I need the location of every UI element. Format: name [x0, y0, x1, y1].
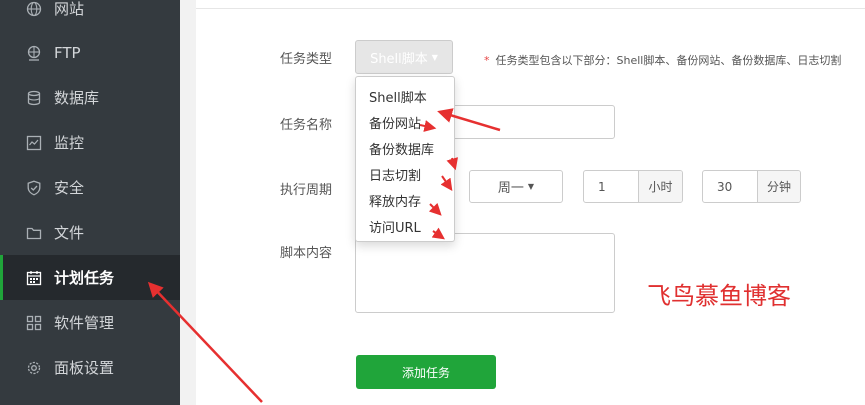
- arrow-mark-log: [446, 157, 458, 171]
- arrow-mark-backup-site: [419, 120, 437, 132]
- arrow-to-backup-site: [437, 108, 501, 132]
- arrow-mark-log-rotate: [440, 175, 453, 191]
- annotation-arrows: [147, 108, 501, 403]
- arrow-to-cron: [147, 281, 263, 403]
- arrow-mark-visit-url: [431, 227, 445, 240]
- arrow-mark-release-memory: [428, 202, 442, 216]
